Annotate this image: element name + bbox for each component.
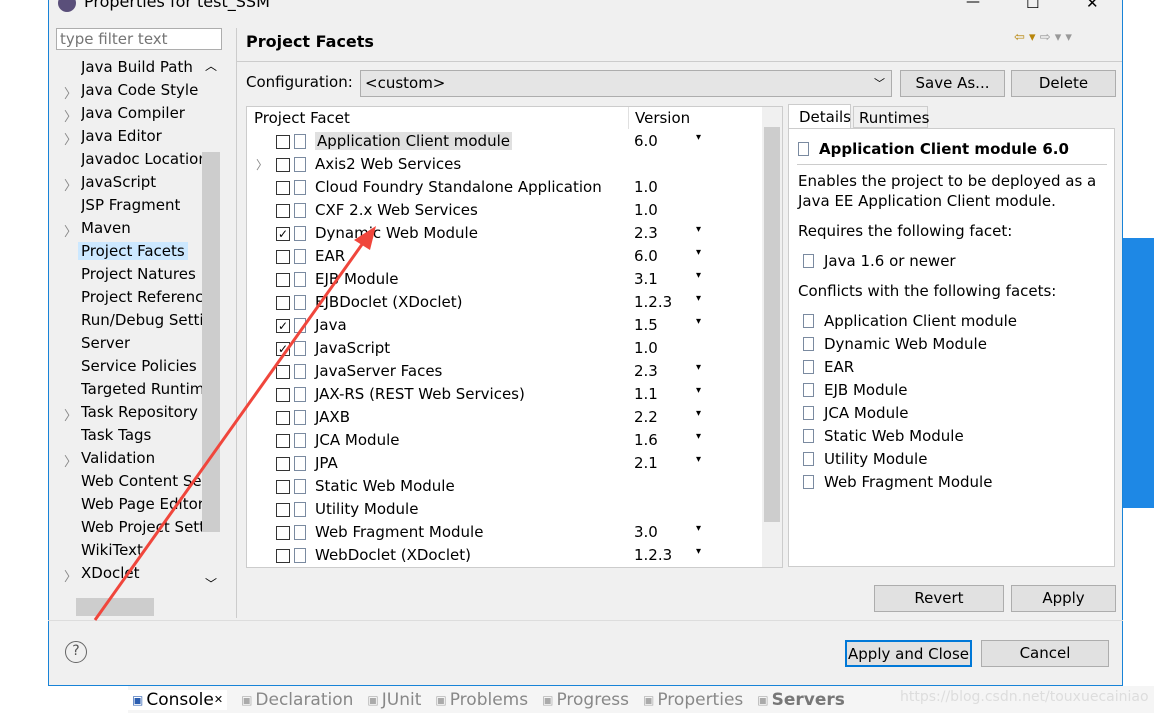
annotation-arrow — [93, 226, 376, 621]
arrow-line — [93, 235, 370, 621]
arrow-head — [354, 226, 376, 250]
